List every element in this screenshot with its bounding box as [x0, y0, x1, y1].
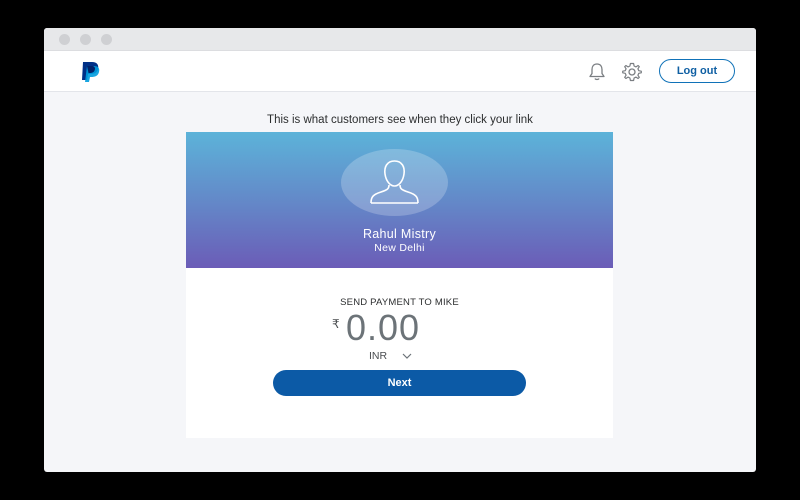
currency-code: INR: [369, 350, 388, 362]
next-button[interactable]: Next: [273, 370, 526, 396]
logout-button[interactable]: Log out: [659, 59, 735, 83]
app-header: Log out: [44, 51, 756, 92]
amount-value[interactable]: 0.00: [346, 307, 420, 349]
profile-hero: Rahul Mistry New Delhi: [186, 132, 613, 268]
gear-icon[interactable]: [621, 61, 643, 83]
rupee-symbol: ₹: [332, 317, 340, 331]
user-silhouette-icon: [341, 149, 448, 216]
profile-name: Rahul Mistry: [362, 227, 437, 241]
preview-caption: This is what customers see when they cli…: [267, 114, 533, 126]
window-maximize-dot[interactable]: [101, 34, 112, 45]
window-minimize-dot[interactable]: [80, 34, 91, 45]
profile-location: New Delhi: [374, 242, 425, 254]
amount-display[interactable]: ₹ 0.00: [186, 307, 613, 349]
currency-dropdown[interactable]: INR: [369, 350, 412, 362]
paypal-logo-icon[interactable]: [78, 59, 104, 83]
chevron-down-icon: [402, 353, 412, 360]
window-titlebar: [44, 28, 756, 51]
bell-icon[interactable]: [586, 61, 608, 83]
browser-window: Log out This is what customers see when …: [44, 28, 756, 472]
payment-link-preview-card: Rahul Mistry New Delhi SEND PAYMENT TO M…: [186, 132, 613, 438]
window-close-dot[interactable]: [59, 34, 70, 45]
